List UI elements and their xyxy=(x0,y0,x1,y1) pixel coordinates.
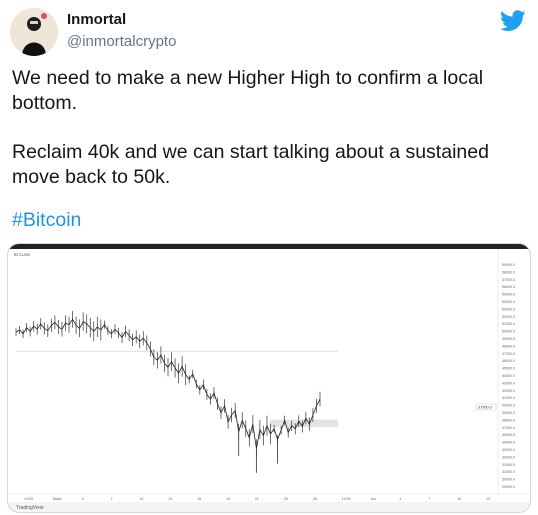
y-tick-label: 37000.0 xyxy=(502,426,515,430)
avatar[interactable] xyxy=(10,8,58,56)
x-tick-label: 13 xyxy=(168,497,172,501)
y-tick-label: 52000.0 xyxy=(502,315,515,319)
tweet-media[interactable]: BTCUSD 59000.0 58000.0 57000.0 56000.0 55000… xyxy=(7,243,531,513)
tradingview-chart: BTCUSD 59000.0 58000.0 57000.0 56000.0 55000… xyxy=(8,244,530,512)
x-tick-label: 4 xyxy=(82,497,84,501)
x-tick-label: 19 xyxy=(226,497,230,501)
symbol-header: BTCUSD xyxy=(14,252,31,257)
x-tick-label: 14:00 xyxy=(24,497,33,501)
y-tick-label: 40000.0 xyxy=(502,404,515,408)
y-tick-label: 46000.0 xyxy=(502,359,515,363)
tweet-text-line: Reclaim 40k and we can start talking abo… xyxy=(12,141,489,163)
y-tick-label: 47000.0 xyxy=(502,352,515,356)
price-tag-label: 37500.0 xyxy=(478,406,492,410)
y-tick-label: 59000.0 xyxy=(502,263,515,267)
y-tick-label: 53000.0 xyxy=(502,307,515,311)
y-tick-label: 51000.0 xyxy=(502,322,515,326)
avatar-image xyxy=(10,8,58,56)
y-tick-label: 44000.0 xyxy=(502,374,515,378)
y-tick-label: 42000.0 xyxy=(502,389,515,393)
y-tick-label: 38000.0 xyxy=(502,418,515,422)
tweet-text-line: move back to 50k. xyxy=(12,166,171,188)
twitter-bird-icon[interactable] xyxy=(500,10,526,32)
x-tick-label: 14:00 xyxy=(342,497,351,501)
x-tick-label: 25 xyxy=(284,497,288,501)
chart-background xyxy=(8,244,530,512)
x-tick-label: 10 xyxy=(140,497,144,501)
y-tick-label: 50000.0 xyxy=(502,330,515,334)
chart-footer xyxy=(8,502,530,512)
x-tick-label: 10 xyxy=(457,497,461,501)
x-tick-label: 22 xyxy=(255,497,259,501)
x-tick-label: Mayo xyxy=(53,497,62,501)
y-tick-label: 29000.0 xyxy=(502,485,515,489)
user-handle[interactable]: @inmortalcrypto xyxy=(67,33,176,50)
y-tick-label: 49000.0 xyxy=(502,337,515,341)
tweet-card: Inmortal @inmortalcrypto We need to make… xyxy=(0,0,538,515)
tweet-text-line: We need to make a new Higher High to con… xyxy=(12,67,484,89)
hashtag-link[interactable]: #Bitcoin xyxy=(12,208,81,233)
x-tick-label: 7 xyxy=(428,497,430,501)
price-chart: BTCUSD 59000.0 58000.0 57000.0 56000.0 55000… xyxy=(8,244,530,512)
y-tick-label: 30000.0 xyxy=(502,478,515,482)
y-tick-label: 48000.0 xyxy=(502,344,515,348)
x-tick-label: 7 xyxy=(111,497,113,501)
y-tick-label: 33000.0 xyxy=(502,455,515,459)
y-tick-label: 43000.0 xyxy=(502,381,515,385)
y-tick-label: 56000.0 xyxy=(502,285,515,289)
display-name[interactable]: Inmortal xyxy=(67,11,126,28)
x-tick-label: 4 xyxy=(399,497,401,501)
x-tick-label: 16 xyxy=(197,497,201,501)
y-tick-label: 32000.0 xyxy=(502,463,515,467)
x-tick-label: Jun xyxy=(371,497,377,501)
x-tick-label: 28 xyxy=(313,497,317,501)
y-tick-label: 39000.0 xyxy=(502,411,515,415)
tradingview-watermark: TradingView xyxy=(16,505,44,511)
y-tick-label: 36000.0 xyxy=(502,433,515,437)
chart-top-bar xyxy=(8,244,530,249)
x-tick-label: 13 xyxy=(486,497,490,501)
y-tick-label: 31000.0 xyxy=(502,470,515,474)
y-tick-label: 54000.0 xyxy=(502,300,515,304)
y-tick-label: 55000.0 xyxy=(502,293,515,297)
y-tick-label: 58000.0 xyxy=(502,270,515,274)
y-tick-label: 41000.0 xyxy=(502,396,515,400)
y-tick-label: 57000.0 xyxy=(502,278,515,282)
y-tick-label: 35000.0 xyxy=(502,441,515,445)
tweet-text-line: bottom. xyxy=(12,92,78,114)
y-tick-label: 45000.0 xyxy=(502,367,515,371)
y-tick-label: 34000.0 xyxy=(502,448,515,452)
